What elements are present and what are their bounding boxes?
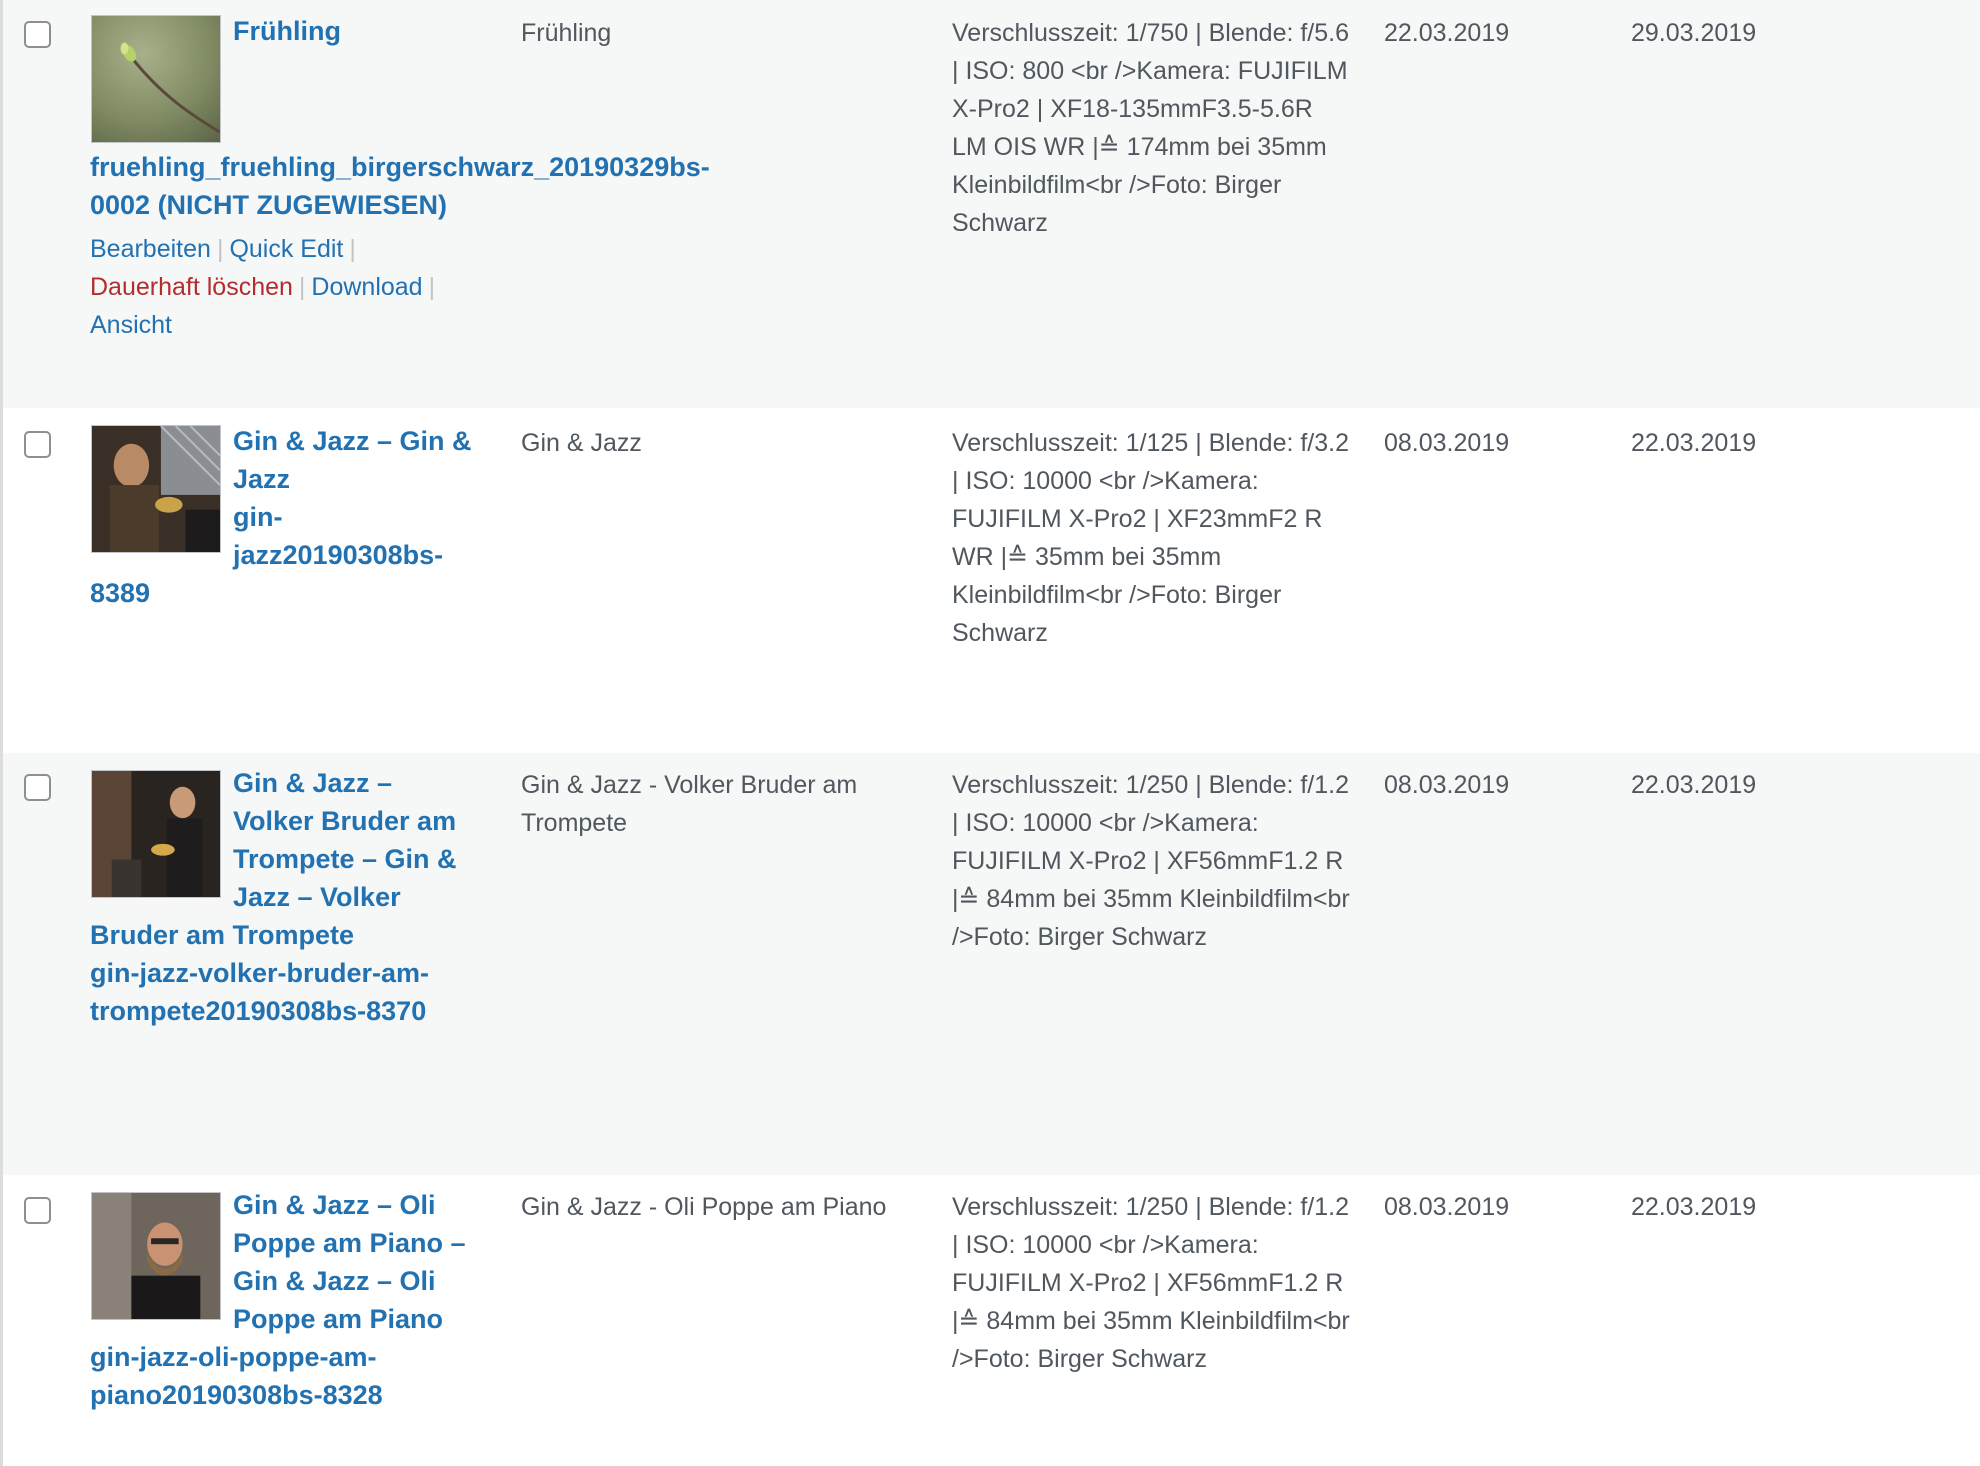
row-checkbox[interactable] — [24, 21, 51, 48]
table-row: Frühling fruehling_fruehling_birgerschwa… — [3, 0, 1980, 408]
date-cell: 08.03.2019 — [1384, 771, 1510, 799]
edit-link[interactable]: Bearbeiten — [90, 235, 211, 263]
alt-text-cell: Gin & Jazz — [521, 429, 642, 457]
alt-text-cell: Frühling — [521, 19, 612, 47]
alt-text-cell: Gin & Jazz - Oli Poppe am Piano — [521, 1193, 887, 1221]
media-title-link[interactable]: Gin & Jazz – Oli Poppe am Piano – Gin & … — [233, 1190, 466, 1334]
table-row: Gin & Jazz – Oli Poppe am Piano – Gin & … — [3, 1175, 1980, 1466]
view-link[interactable]: Ansicht — [90, 311, 172, 339]
date-cell: 29.03.2019 — [1631, 19, 1757, 47]
row-checkbox[interactable] — [24, 431, 51, 458]
date-cell: 22.03.2019 — [1631, 429, 1757, 457]
description-cell: Verschlusszeit: 1/250 | Blende: f/1.2 | … — [952, 771, 1350, 951]
row-actions: Bearbeiten | Quick Edit | Dauerhaft löschen… — [90, 224, 478, 344]
date-cell: 22.03.2019 — [1631, 1193, 1757, 1221]
action-separator: | — [298, 273, 306, 301]
date-cell: 08.03.2019 — [1384, 429, 1510, 457]
description-cell: Verschlusszeit: 1/125 | Blende: f/3.2 | … — [952, 429, 1350, 647]
alt-text-cell: Gin & Jazz - Volker Bruder am Trompete — [521, 771, 858, 837]
table-row: Gin & Jazz – Volker Bruder am Trompete –… — [3, 753, 1980, 1175]
media-title-link[interactable]: Frühling — [233, 16, 341, 46]
media-filename-link[interactable]: gin-jazz-oli-poppe-am-piano20190308bs-83… — [90, 1342, 383, 1410]
row-checkbox[interactable] — [24, 774, 51, 801]
title-column: Gin & Jazz – Oli Poppe am Piano – Gin & … — [90, 1186, 478, 1414]
title-column: Gin & Jazz – Volker Bruder am Trompete –… — [90, 764, 478, 1030]
quick-edit-link[interactable]: Quick Edit — [229, 235, 343, 263]
title-column: Gin & Jazz – Gin & Jazz gin-jazz20190308… — [90, 422, 478, 612]
action-separator: | — [349, 235, 356, 263]
download-link[interactable]: Download — [311, 273, 422, 301]
action-separator: | — [428, 273, 436, 301]
date-cell: 08.03.2019 — [1384, 1193, 1510, 1221]
description-cell: Verschlusszeit: 1/250 | Blende: f/1.2 | … — [952, 1193, 1350, 1373]
delete-permanently-link[interactable]: Dauerhaft löschen — [90, 273, 293, 301]
media-title-link[interactable]: Gin & Jazz – Gin & Jazz — [233, 426, 472, 494]
table-row: Gin & Jazz – Gin & Jazz gin-jazz20190308… — [3, 408, 1980, 753]
media-filename-link[interactable]: gin-jazz-volker-bruder-am-trompete201903… — [90, 958, 429, 1026]
date-cell: 22.03.2019 — [1631, 771, 1757, 799]
title-column: Frühling fruehling_fruehling_birgerschwa… — [90, 12, 710, 344]
media-filename-link[interactable]: fruehling_fruehling_birgerschwarz_201903… — [90, 148, 710, 224]
action-separator: | — [216, 235, 224, 263]
row-checkbox[interactable] — [24, 1197, 51, 1224]
date-cell: 22.03.2019 — [1384, 19, 1510, 47]
description-cell: Verschlusszeit: 1/750 | Blende: f/5.6 | … — [952, 19, 1350, 237]
